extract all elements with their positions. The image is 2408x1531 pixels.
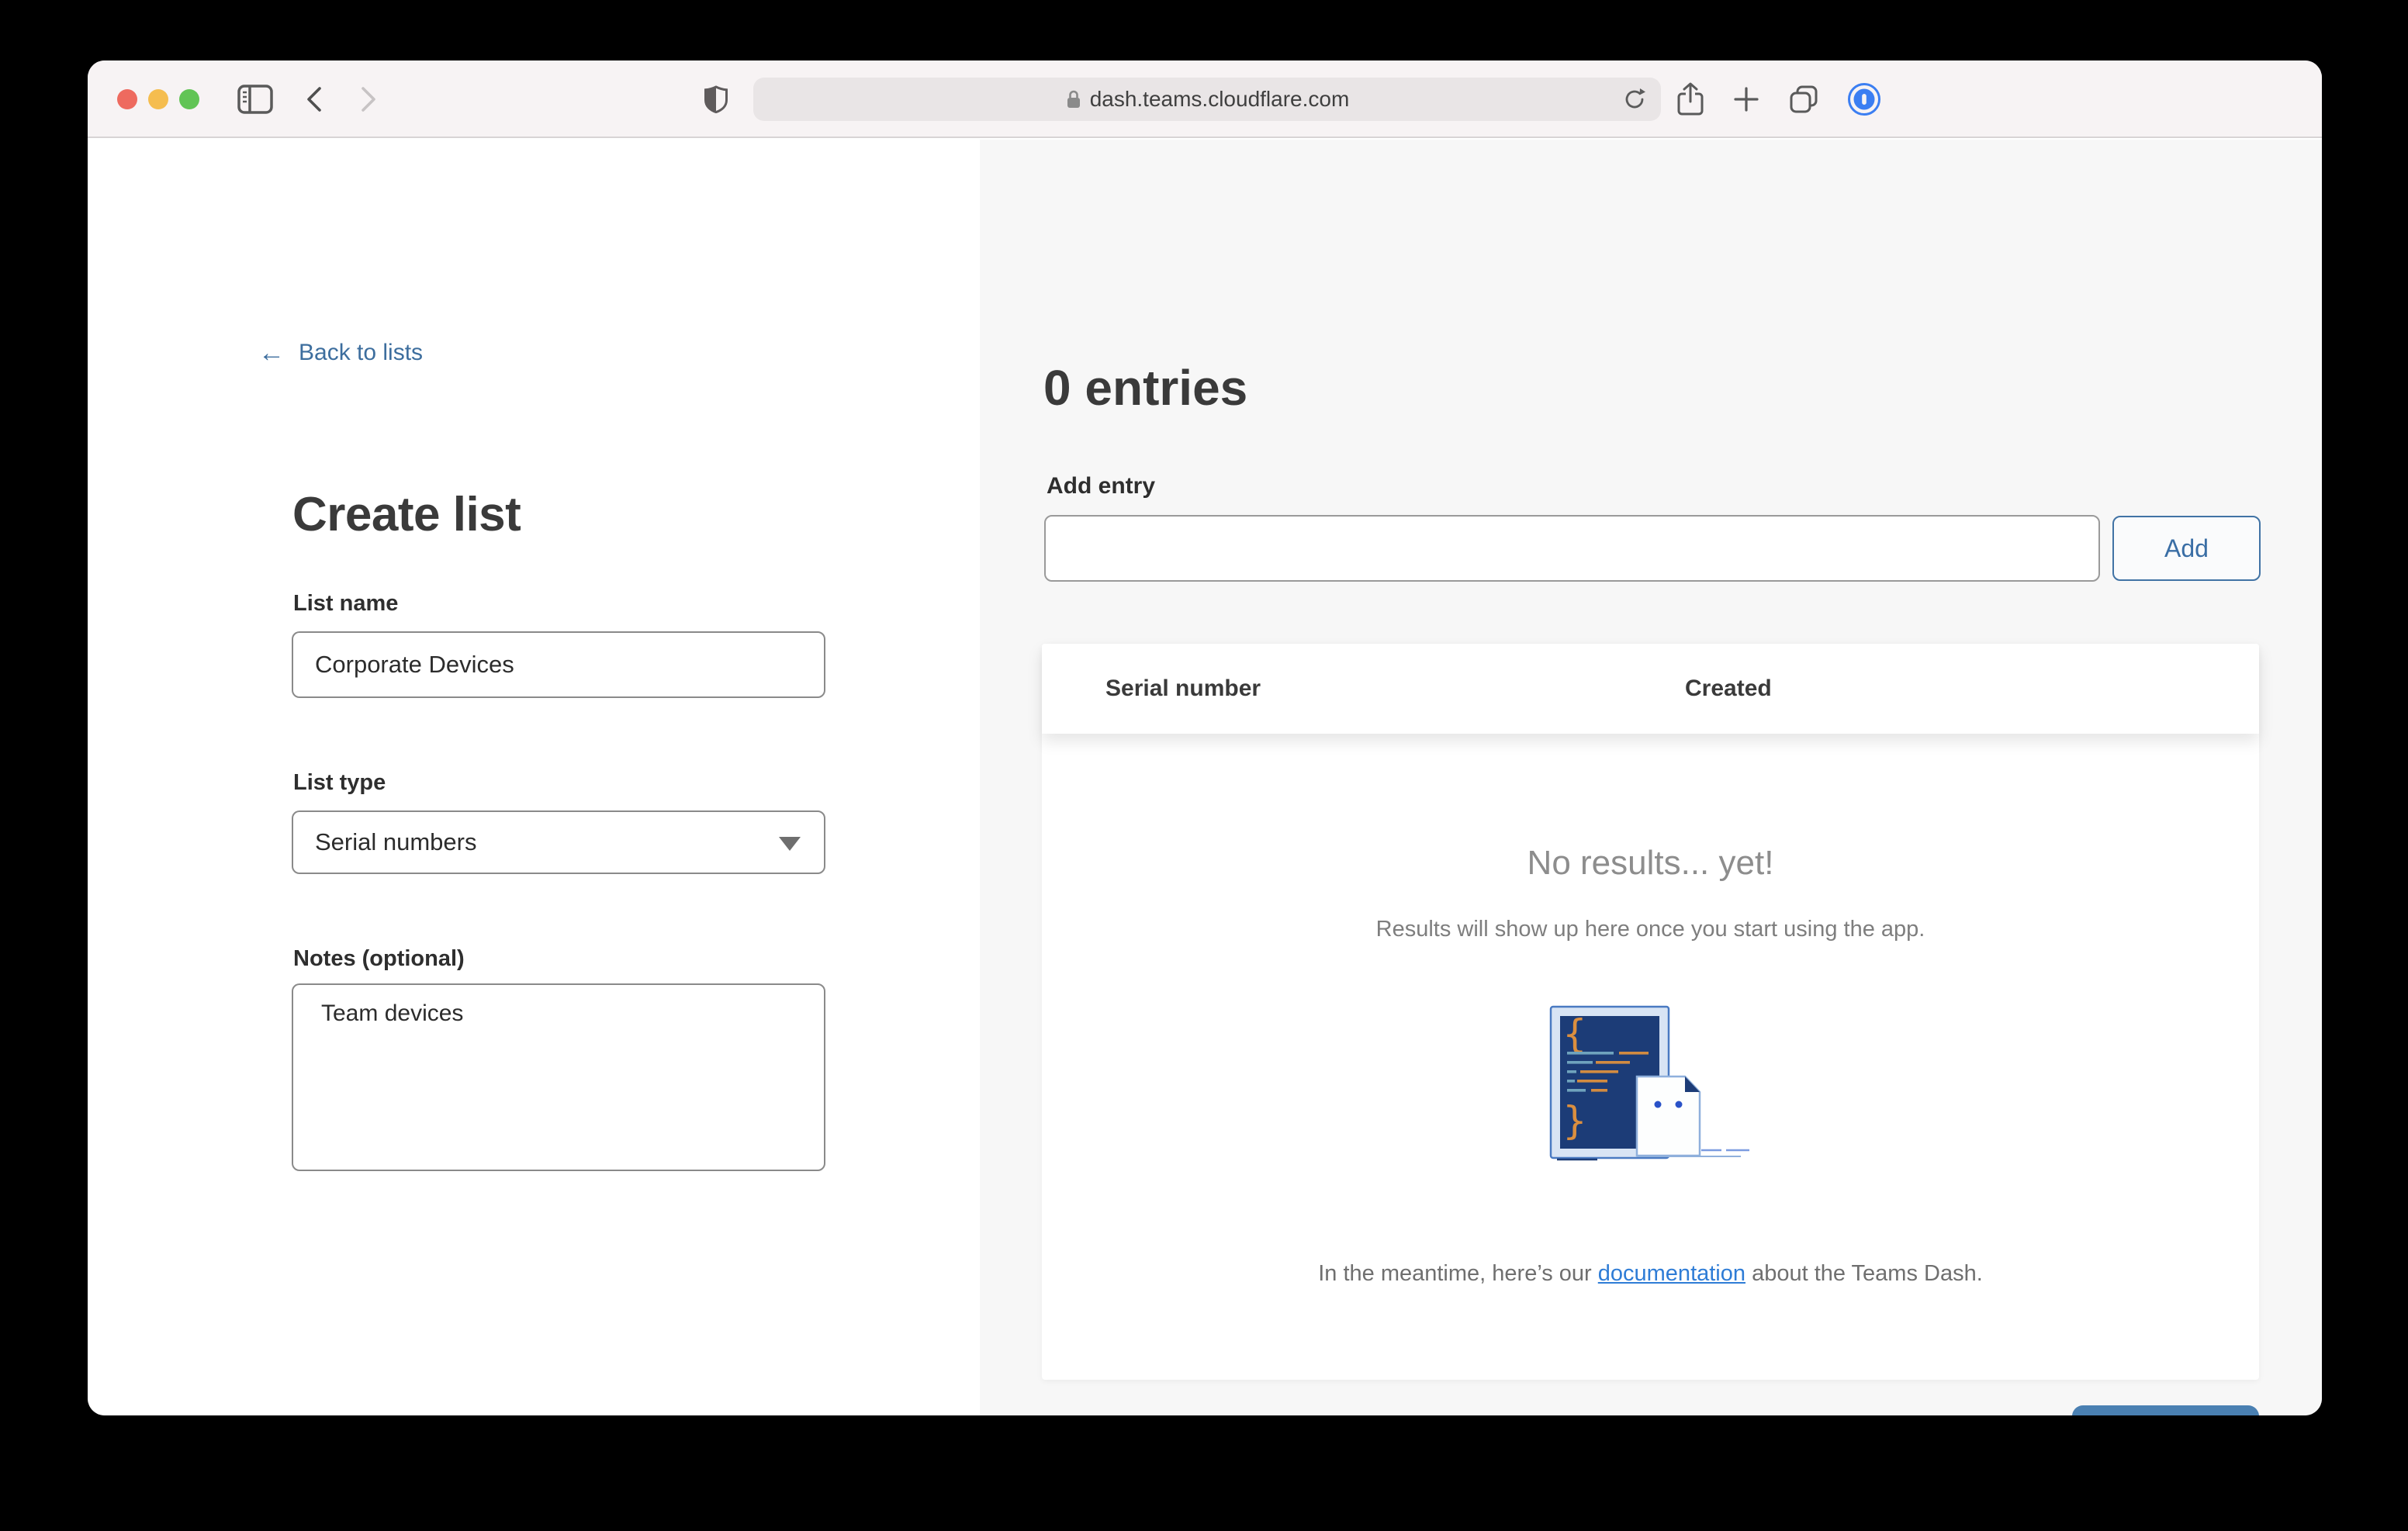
list-name-input[interactable]	[292, 631, 825, 698]
desktop-background: dash.teams.cloudflare.com	[0, 0, 2408, 1531]
svg-text:}: }	[1562, 1098, 1587, 1143]
list-name-label: List name	[293, 591, 398, 617]
list-type-value: Serial numbers	[315, 828, 476, 856]
documentation-link[interactable]: documentation	[1598, 1261, 1745, 1286]
url-text: dash.teams.cloudflare.com	[1090, 87, 1350, 112]
back-to-lists-link[interactable]: ← Back to lists	[258, 340, 423, 366]
list-type-label: List type	[293, 770, 386, 796]
forward-button-icon[interactable]	[353, 85, 384, 113]
footer-text-suffix: about the Teams Dash.	[1745, 1261, 1983, 1286]
add-entry-input[interactable]	[1044, 515, 2100, 582]
empty-state-footer: In the meantime, here’s our documentatio…	[1042, 1261, 2259, 1287]
list-type-select[interactable]: Serial numbers	[292, 810, 825, 874]
share-icon[interactable]	[1670, 81, 1711, 118]
close-window-button[interactable]	[117, 89, 137, 109]
entries-count-heading: 0 entries	[1043, 359, 1247, 416]
minimize-window-button[interactable]	[148, 89, 168, 109]
empty-state-subtitle: Results will show up here once you start…	[1042, 917, 2259, 942]
chevron-down-icon	[779, 837, 801, 851]
save-button-partial[interactable]	[2072, 1405, 2259, 1415]
add-entry-label: Add entry	[1047, 473, 1155, 499]
empty-state-title: No results... yet!	[1042, 844, 2259, 883]
page-content: ← Back to lists Create list List name Li…	[88, 140, 2322, 1415]
notes-textarea[interactable]: Team devices	[292, 983, 825, 1171]
entries-table-header: Serial number Created	[1042, 644, 2259, 734]
sidebar-toggle-icon[interactable]	[232, 84, 279, 115]
back-button-icon[interactable]	[299, 85, 330, 113]
page-title: Create list	[292, 487, 521, 542]
left-arrow-icon: ←	[258, 341, 285, 365]
back-to-lists-label: Back to lists	[299, 340, 423, 366]
notes-label: Notes (optional)	[293, 946, 465, 972]
privacy-shield-icon[interactable]	[699, 83, 733, 116]
footer-text-prefix: In the meantime, here’s our	[1318, 1261, 1598, 1286]
onepassword-extension-icon[interactable]	[1844, 81, 1884, 118]
lock-icon	[1065, 88, 1082, 110]
column-header-serial-number: Serial number	[1105, 644, 1261, 734]
create-list-panel: ← Back to lists Create list List name Li…	[88, 140, 980, 1415]
tab-overview-icon[interactable]	[1784, 81, 1824, 118]
new-tab-icon[interactable]	[1726, 81, 1766, 118]
browser-window: dash.teams.cloudflare.com	[88, 60, 2322, 1415]
reload-icon[interactable]	[1619, 84, 1650, 115]
add-button[interactable]: Add	[2112, 516, 2261, 581]
browser-toolbar: dash.teams.cloudflare.com	[88, 60, 2322, 138]
zoom-window-button[interactable]	[179, 89, 199, 109]
url-bar[interactable]: dash.teams.cloudflare.com	[753, 78, 1661, 121]
column-header-created: Created	[1685, 644, 1772, 734]
entries-table-card: Serial number Created No results... yet!…	[1042, 644, 2259, 1380]
svg-text:{: {	[1562, 1011, 1587, 1056]
empty-state-illustration: { }	[1549, 1005, 1752, 1166]
